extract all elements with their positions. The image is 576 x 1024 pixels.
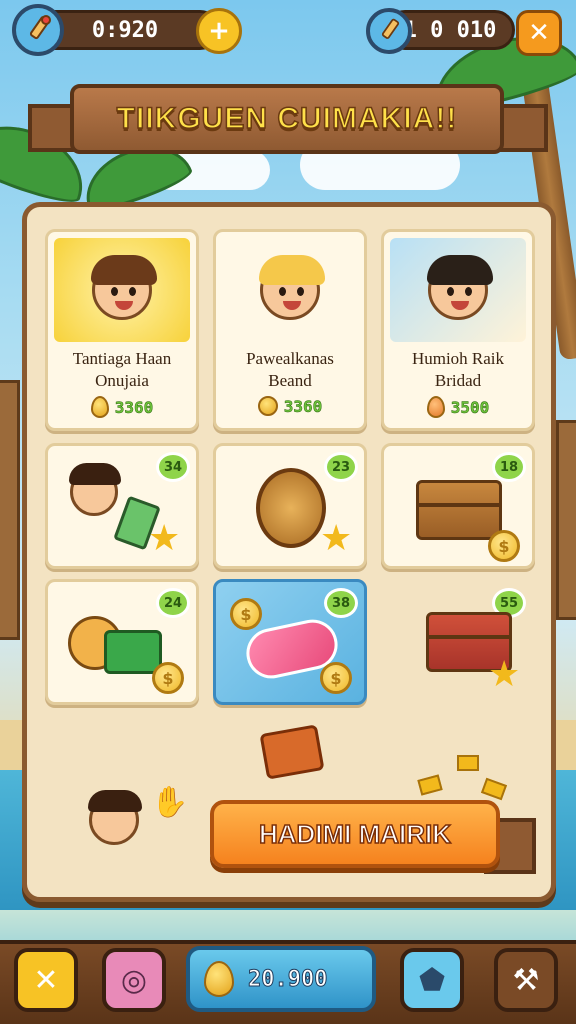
- pencil-icon: [29, 15, 51, 40]
- character-face: [91, 255, 157, 320]
- item-name: Pawealkanas Beand: [246, 349, 334, 390]
- item-badge: 24: [156, 588, 190, 618]
- item-badge: 23: [324, 452, 358, 482]
- item-badge: 38: [324, 588, 358, 618]
- nav-tools-button[interactable]: ⚒: [494, 948, 558, 1012]
- character-portrait: [390, 238, 526, 342]
- item-badge: 18: [492, 452, 526, 482]
- title-banner: TIIKGUEN CUIMAKIA!!: [70, 84, 504, 154]
- pencil-counter-value: 0:920: [91, 17, 159, 43]
- gold-bar-icon: [457, 755, 479, 771]
- item-price: 3500: [384, 396, 532, 418]
- star-coin-icon: ★: [488, 654, 521, 695]
- gem-icon: [426, 396, 445, 418]
- shop-item-card[interactable]: Pawealkanas Beand 3360: [213, 229, 367, 431]
- close-button[interactable]: ✕: [516, 10, 562, 56]
- pencil-icon-button[interactable]: [12, 4, 64, 56]
- shop-item-card[interactable]: 23 ★: [213, 443, 367, 569]
- shop-item-card-selected[interactable]: 38 $ $: [213, 579, 367, 705]
- wallet-icon: [104, 630, 162, 674]
- page-title: TIIKGUEN CUIMAKIA!!: [116, 101, 458, 136]
- search-icon: ◎: [120, 962, 148, 998]
- item-badge: 34: [156, 452, 190, 482]
- shop-item-card[interactable]: 24 $: [45, 579, 199, 705]
- shop-item-card[interactable]: 18 $: [381, 443, 535, 569]
- shield-icon: ⬟: [418, 962, 446, 998]
- shop-item-card[interactable]: Humioh Raik Bridad 3500: [381, 229, 535, 431]
- hut: [556, 420, 576, 620]
- currency-display[interactable]: 20.900: [186, 946, 376, 1012]
- item-price: 3360: [48, 396, 196, 418]
- character-portrait: [54, 238, 190, 342]
- brush-icon: [381, 18, 400, 39]
- hut: [0, 380, 20, 640]
- item-name: Tantiaga Haan Onujaia: [72, 349, 172, 390]
- shop-item-card[interactable]: 34 ★: [45, 443, 199, 569]
- item-name: Humioh Raik Bridad: [411, 349, 505, 390]
- kid-waving-icon: [88, 790, 142, 845]
- character-face: [427, 255, 493, 320]
- gold-gem-icon: [204, 961, 234, 997]
- claim-button[interactable]: HADIMI MAIRIK: [210, 800, 500, 868]
- medallion-icon: [256, 468, 326, 548]
- brush-icon-button[interactable]: [366, 8, 412, 54]
- add-currency-button[interactable]: +: [196, 8, 242, 54]
- nav-search-button[interactable]: ◎: [102, 948, 166, 1012]
- close-icon: ✕: [33, 962, 59, 998]
- coin-icon: $: [488, 530, 520, 562]
- gem-icon: [90, 396, 109, 418]
- plus-icon: +: [208, 16, 230, 46]
- gold-bar-icon: [417, 774, 443, 796]
- coin-icon: $: [152, 662, 184, 694]
- shop-item-card[interactable]: Tantiaga Haan Onujaia 3360: [45, 229, 199, 431]
- gold-bar-icon: [480, 777, 508, 801]
- hand-wave-icon: ✋: [151, 785, 189, 820]
- treasure-chest-icon: [416, 480, 502, 540]
- tools-icon: ⚒: [512, 962, 540, 998]
- shop-panel: Tantiaga Haan Onujaia 3360 Pawealkanas B…: [22, 202, 556, 902]
- secondary-counter-value: 1 0 010: [403, 17, 497, 43]
- coin-icon: $: [230, 598, 262, 630]
- character-face: [259, 255, 325, 320]
- close-icon: ✕: [528, 18, 550, 48]
- star-coin-icon: ★: [148, 518, 181, 559]
- nav-close-button[interactable]: ✕: [14, 948, 78, 1012]
- claim-button-label: HADIMI MAIRIK: [258, 818, 452, 850]
- coin-icon: $: [320, 662, 352, 694]
- ticket-icon: [259, 724, 325, 780]
- character-portrait: [222, 238, 358, 342]
- coin-icon: [257, 396, 278, 416]
- star-coin-icon: ★: [320, 518, 353, 559]
- shop-item-card[interactable]: 55 ★: [381, 579, 535, 705]
- kid-reading-icon: [69, 463, 121, 516]
- item-price: 3360: [216, 396, 364, 416]
- nav-shield-button[interactable]: ⬟: [400, 948, 464, 1012]
- currency-value: 20.900: [247, 966, 328, 992]
